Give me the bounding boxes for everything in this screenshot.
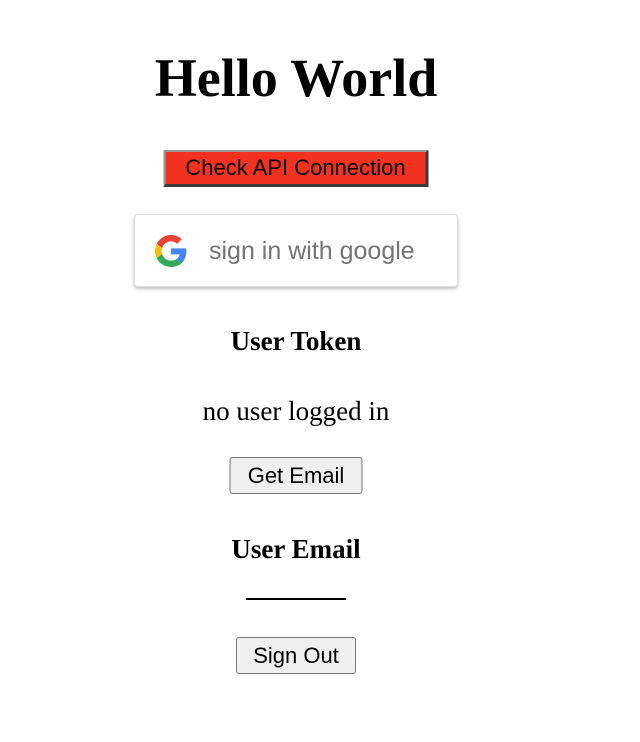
check-api-connection-button[interactable]: Check API Connection — [163, 150, 429, 187]
user-email-value — [246, 568, 346, 600]
sign-out-button[interactable]: Sign Out — [236, 637, 356, 674]
google-sign-in-button[interactable]: sign in with google — [134, 214, 458, 287]
user-token-heading: User Token — [230, 326, 362, 356]
token-status-text: no user logged in — [202, 396, 390, 426]
google-sign-in-label: sign in with google — [209, 237, 415, 265]
google-logo-icon — [155, 235, 187, 267]
user-email-heading: User Email — [231, 534, 361, 564]
get-email-button[interactable]: Get Email — [229, 457, 363, 494]
page-title: Hello World — [154, 48, 438, 108]
